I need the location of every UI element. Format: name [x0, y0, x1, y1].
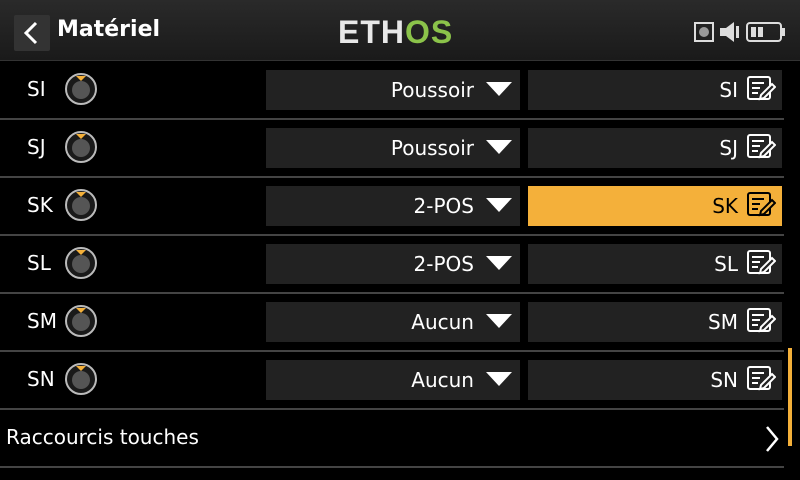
dropdown-caret-icon [486, 371, 512, 390]
switch-type-value: Poussoir [390, 78, 474, 102]
switch-type-value: 2-POS [413, 252, 474, 276]
switch-name-value: SK [712, 194, 738, 218]
switch-knob-icon [64, 188, 98, 226]
switch-type-dropdown[interactable]: 2-POS [266, 186, 520, 226]
dropdown-caret-icon [486, 197, 512, 216]
switch-name-value: SM [708, 310, 738, 334]
switch-name-field[interactable]: SM [528, 302, 782, 342]
switch-label: SK [27, 193, 53, 217]
switch-row: SI Poussoir SI [0, 60, 784, 120]
switch-type-dropdown[interactable]: Poussoir [266, 128, 520, 168]
switch-label: SN [27, 367, 55, 391]
switch-row: SM Aucun SM [0, 292, 784, 352]
switch-name-field[interactable]: SK [528, 186, 782, 226]
switch-type-dropdown[interactable]: 2-POS [266, 244, 520, 284]
switch-knob-icon [64, 72, 98, 110]
shortcut-row[interactable]: Raccourcis touches [0, 408, 784, 468]
switch-row: SN Aucun SN [0, 350, 784, 410]
switch-name-field[interactable]: SL [528, 244, 782, 284]
switch-knob-icon [64, 304, 98, 342]
speaker-icon [720, 22, 739, 42]
switch-label: SL [27, 251, 51, 275]
switch-type-value: Poussoir [390, 136, 474, 160]
sd-card-icon [694, 22, 714, 42]
status-icons [694, 20, 786, 44]
scrollbar[interactable] [788, 348, 792, 446]
switch-knob-icon [64, 246, 98, 284]
chevron-right-icon [766, 426, 779, 452]
switch-label: SM [27, 309, 57, 333]
chevron-left-icon [23, 21, 38, 45]
back-button[interactable] [14, 15, 50, 51]
switch-type-value: Aucun [411, 310, 474, 334]
dropdown-caret-icon [486, 139, 512, 158]
switch-name-field[interactable]: SI [528, 70, 782, 110]
switch-knob-icon [64, 362, 98, 400]
switch-name-value: SL [714, 252, 738, 276]
ethos-logo: ETHOS [338, 14, 454, 50]
edit-icon [746, 191, 777, 221]
dropdown-caret-icon [486, 81, 512, 100]
switch-name-field[interactable]: SJ [528, 128, 782, 168]
edit-icon [746, 75, 777, 105]
dropdown-caret-icon [486, 313, 512, 332]
edit-icon [746, 307, 777, 337]
header-bar: Matériel ETHOS [0, 0, 800, 61]
switch-name-value: SJ [719, 136, 738, 160]
switch-name-value: SN [710, 368, 738, 392]
page-title: Matériel [57, 17, 161, 42]
switch-row: SK 2-POS SK [0, 176, 784, 236]
dropdown-caret-icon [486, 255, 512, 274]
shortcut-label: Raccourcis touches [6, 425, 199, 449]
switch-name-value: SI [719, 78, 738, 102]
edit-icon [746, 133, 777, 163]
switch-label: SI [27, 77, 46, 101]
switch-row: SJ Poussoir SJ [0, 118, 784, 178]
switch-type-dropdown[interactable]: Aucun [266, 302, 520, 342]
switch-type-dropdown[interactable]: Aucun [266, 360, 520, 400]
battery-icon [746, 22, 785, 42]
switch-type-dropdown[interactable]: Poussoir [266, 70, 520, 110]
edit-icon [746, 365, 777, 395]
switch-type-value: 2-POS [413, 194, 474, 218]
switch-type-value: Aucun [411, 368, 474, 392]
switch-row: SL 2-POS SL [0, 234, 784, 294]
edit-icon [746, 249, 777, 279]
switch-knob-icon [64, 130, 98, 168]
switch-name-field[interactable]: SN [528, 360, 782, 400]
switch-label: SJ [27, 135, 46, 159]
